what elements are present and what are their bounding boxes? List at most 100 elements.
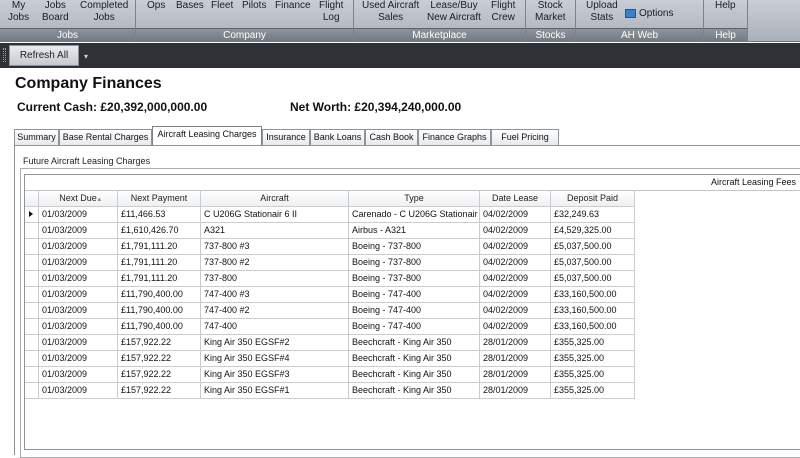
- table-row[interactable]: 01/03/2009 £157,922.22 King Air 350 EGSF#1…: [25, 383, 635, 399]
- cell-next-payment[interactable]: £157,922.22: [118, 351, 201, 367]
- cell-aircraft[interactable]: 737-800: [201, 271, 349, 287]
- cell-aircraft[interactable]: C U206G Stationair 6 II: [201, 207, 349, 223]
- cell-type[interactable]: Boeing - 747-400: [349, 287, 480, 303]
- cell-type[interactable]: Boeing - 737-800: [349, 271, 480, 287]
- tab-bank-loans[interactable]: Bank Loans: [310, 129, 365, 145]
- tab-summary[interactable]: Summary: [14, 129, 59, 145]
- ribbon-item-stock-market[interactable]: Stock Market: [535, 0, 566, 24]
- cell-aircraft[interactable]: King Air 350 EGSF#1: [201, 383, 349, 399]
- cell-next-due[interactable]: 01/03/2009: [39, 351, 118, 367]
- cell-date-lease[interactable]: 04/02/2009: [480, 223, 551, 239]
- cell-date-lease[interactable]: 28/01/2009: [480, 335, 551, 351]
- cell-next-payment[interactable]: £1,791,111.20: [118, 239, 201, 255]
- ribbon-item-options[interactable]: Options: [625, 8, 673, 20]
- row-selector[interactable]: [25, 223, 39, 239]
- cell-type[interactable]: Beechcraft - King Air 350: [349, 383, 480, 399]
- cell-date-lease[interactable]: 04/02/2009: [480, 255, 551, 271]
- cell-deposit-paid[interactable]: £33,160,500.00: [551, 319, 635, 335]
- cell-type[interactable]: Boeing - 747-400: [349, 319, 480, 335]
- col-header-type[interactable]: Type: [349, 191, 480, 207]
- cell-type[interactable]: Beechcraft - King Air 350: [349, 351, 480, 367]
- table-row[interactable]: 01/03/2009 £11,466.53 C U206G Stationair 6…: [25, 207, 635, 223]
- ribbon-item-flight-log[interactable]: Flight Log: [319, 0, 343, 24]
- cell-aircraft[interactable]: 747-400 #2: [201, 303, 349, 319]
- cell-date-lease[interactable]: 04/02/2009: [480, 271, 551, 287]
- cell-next-due[interactable]: 01/03/2009: [39, 319, 118, 335]
- cell-aircraft[interactable]: 737-800 #2: [201, 255, 349, 271]
- cell-next-payment[interactable]: £11,790,400.00: [118, 319, 201, 335]
- cell-next-due[interactable]: 01/03/2009: [39, 239, 118, 255]
- cell-deposit-paid[interactable]: £355,325.00: [551, 335, 635, 351]
- cell-type[interactable]: Boeing - 737-800: [349, 255, 480, 271]
- tab-insurance[interactable]: Insurance: [262, 129, 310, 145]
- cell-deposit-paid[interactable]: £33,160,500.00: [551, 287, 635, 303]
- row-selector[interactable]: [25, 383, 39, 399]
- table-row[interactable]: 01/03/2009 £1,610,426.70 A321 Airbus - A321…: [25, 223, 635, 239]
- table-row[interactable]: 01/03/2009 £11,790,400.00 747-400 Boeing - …: [25, 319, 635, 335]
- cell-next-due[interactable]: 01/03/2009: [39, 287, 118, 303]
- tab-cash-book[interactable]: Cash Book: [365, 129, 418, 145]
- ribbon-item-my-jobs[interactable]: My Jobs: [8, 0, 29, 24]
- cell-next-due[interactable]: 01/03/2009: [39, 367, 118, 383]
- cell-date-lease[interactable]: 28/01/2009: [480, 351, 551, 367]
- table-row[interactable]: 01/03/2009 £11,790,400.00 747-400 #2 Boeing…: [25, 303, 635, 319]
- cell-deposit-paid[interactable]: £5,037,500.00: [551, 271, 635, 287]
- cell-date-lease[interactable]: 04/02/2009: [480, 239, 551, 255]
- ribbon-item-fleet[interactable]: Fleet: [211, 0, 233, 12]
- table-row[interactable]: 01/03/2009 £1,791,111.20 737-800 #2 Boeing …: [25, 255, 635, 271]
- cell-date-lease[interactable]: 28/01/2009: [480, 383, 551, 399]
- toolbar-overflow-icon[interactable]: ▾: [81, 52, 91, 64]
- cell-next-due[interactable]: 01/03/2009: [39, 271, 118, 287]
- cell-aircraft[interactable]: 737-800 #3: [201, 239, 349, 255]
- cell-next-due[interactable]: 01/03/2009: [39, 207, 118, 223]
- table-row[interactable]: 01/03/2009 £157,922.22 King Air 350 EGSF#2…: [25, 335, 635, 351]
- col-header-aircraft[interactable]: Aircraft: [201, 191, 349, 207]
- cell-next-payment[interactable]: £157,922.22: [118, 367, 201, 383]
- col-header-date-lease[interactable]: Date Lease: [480, 191, 551, 207]
- row-selector[interactable]: [25, 351, 39, 367]
- row-selector[interactable]: [25, 271, 39, 287]
- row-selector[interactable]: [25, 303, 39, 319]
- cell-date-lease[interactable]: 04/02/2009: [480, 207, 551, 223]
- cell-deposit-paid[interactable]: £355,325.00: [551, 367, 635, 383]
- col-header-deposit-paid[interactable]: Deposit Paid: [551, 191, 635, 207]
- cell-next-due[interactable]: 01/03/2009: [39, 255, 118, 271]
- row-selector[interactable]: [25, 287, 39, 303]
- table-row[interactable]: 01/03/2009 £157,922.22 King Air 350 EGSF#4…: [25, 351, 635, 367]
- row-selector[interactable]: [25, 255, 39, 271]
- cell-aircraft[interactable]: King Air 350 EGSF#4: [201, 351, 349, 367]
- col-header-next-payment[interactable]: Next Payment: [118, 191, 201, 207]
- ribbon-item-ops[interactable]: Ops: [147, 0, 165, 12]
- ribbon-item-used-aircraft-sales[interactable]: Used Aircraft Sales: [362, 0, 419, 24]
- cell-deposit-paid[interactable]: £32,249.63: [551, 207, 635, 223]
- cell-next-payment[interactable]: £1,791,111.20: [118, 271, 201, 287]
- ribbon-item-finance[interactable]: Finance: [275, 0, 311, 12]
- cell-deposit-paid[interactable]: £355,325.00: [551, 351, 635, 367]
- cell-aircraft[interactable]: King Air 350 EGSF#3: [201, 367, 349, 383]
- cell-next-due[interactable]: 01/03/2009: [39, 335, 118, 351]
- cell-next-due[interactable]: 01/03/2009: [39, 223, 118, 239]
- row-selector[interactable]: [25, 335, 39, 351]
- tab-finance-graphs[interactable]: Finance Graphs: [418, 129, 491, 145]
- cell-type[interactable]: Beechcraft - King Air 350: [349, 367, 480, 383]
- cell-aircraft[interactable]: A321: [201, 223, 349, 239]
- cell-aircraft[interactable]: King Air 350 EGSF#2: [201, 335, 349, 351]
- cell-next-payment[interactable]: £1,791,111.20: [118, 255, 201, 271]
- table-row[interactable]: 01/03/2009 £11,790,400.00 747-400 #3 Boeing…: [25, 287, 635, 303]
- cell-next-payment[interactable]: £157,922.22: [118, 383, 201, 399]
- cell-next-payment[interactable]: £157,922.22: [118, 335, 201, 351]
- table-row[interactable]: 01/03/2009 £1,791,111.20 737-800 #3 Boeing …: [25, 239, 635, 255]
- cell-next-due[interactable]: 01/03/2009: [39, 303, 118, 319]
- table-row[interactable]: 01/03/2009 £157,922.22 King Air 350 EGSF#3…: [25, 367, 635, 383]
- cell-next-payment[interactable]: £11,790,400.00: [118, 303, 201, 319]
- ribbon-item-jobs-board[interactable]: Jobs Board: [42, 0, 69, 24]
- cell-next-payment[interactable]: £11,466.53: [118, 207, 201, 223]
- cell-date-lease[interactable]: 04/02/2009: [480, 287, 551, 303]
- ribbon-item-help[interactable]: Help: [715, 0, 736, 12]
- cell-deposit-paid[interactable]: £33,160,500.00: [551, 303, 635, 319]
- cell-type[interactable]: Airbus - A321: [349, 223, 480, 239]
- cell-next-payment[interactable]: £11,790,400.00: [118, 287, 201, 303]
- cell-type[interactable]: Carenado - C U206G Stationair: [349, 207, 480, 223]
- cell-deposit-paid[interactable]: £4,529,325.00: [551, 223, 635, 239]
- tab-base-rental-charges[interactable]: Base Rental Charges: [59, 129, 152, 145]
